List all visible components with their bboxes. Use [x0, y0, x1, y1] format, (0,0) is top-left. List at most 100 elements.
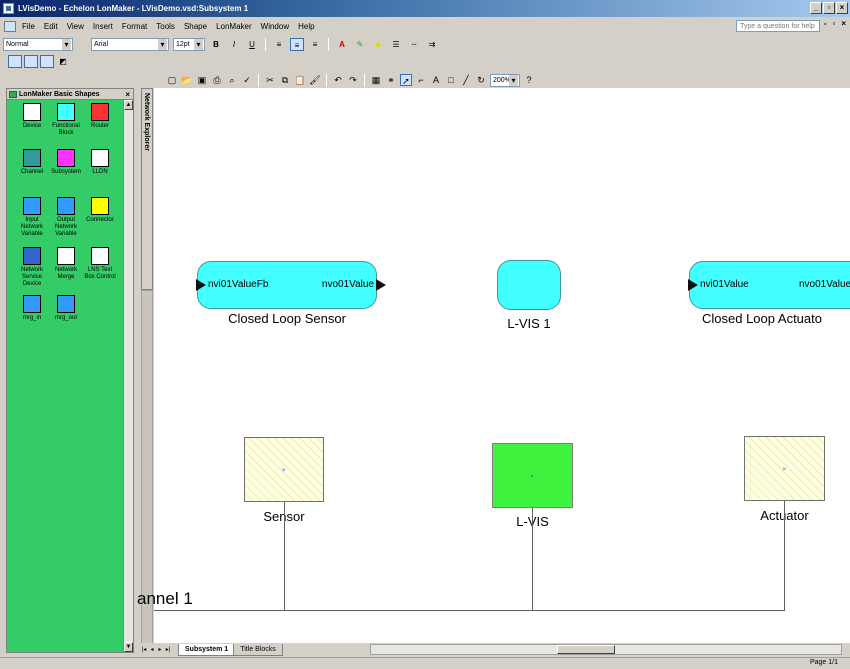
align-center-icon[interactable]: ≡ — [290, 37, 304, 51]
input-pin-icon[interactable] — [688, 279, 698, 291]
bold-icon[interactable]: B — [209, 38, 223, 51]
font-select[interactable]: Arial — [91, 37, 169, 51]
prev-page-icon[interactable]: ◂ — [148, 646, 156, 653]
line-color-icon[interactable]: ✎ — [353, 38, 367, 51]
lonmaker-browse-icon[interactable] — [8, 54, 22, 68]
menu-file[interactable]: File — [22, 22, 35, 31]
underline-icon[interactable]: U — [245, 38, 259, 51]
document-icon[interactable] — [4, 20, 16, 32]
menu-format[interactable]: Format — [122, 22, 147, 31]
stencil-shape[interactable]: Network Service Device — [15, 247, 49, 288]
stencil-shape[interactable]: mrg_out — [49, 295, 83, 322]
line-ends-icon[interactable]: ⇉ — [425, 38, 439, 51]
rectangle-tool-icon[interactable]: □ — [445, 74, 457, 86]
pointer-tool-icon[interactable]: ➚ — [400, 74, 412, 86]
stencil-close-button[interactable]: × — [125, 89, 130, 100]
spelling-icon[interactable]: ✓ — [241, 74, 253, 86]
align-right-icon[interactable]: ≡ — [308, 38, 322, 51]
minimize-button[interactable]: _ — [810, 2, 822, 14]
font-size-select[interactable]: 12pt — [173, 37, 205, 51]
stencil-shape-label: Connector — [86, 217, 114, 223]
format-painter-icon[interactable]: 🖌 — [309, 74, 321, 86]
scroll-up-icon[interactable]: ▲ — [124, 100, 133, 110]
tab-title-blocks[interactable]: Title Blocks — [233, 643, 283, 656]
stencil-shape[interactable]: Input Network Variable — [15, 197, 49, 238]
hyperlink-icon[interactable]: ⚭ — [385, 74, 397, 86]
stencil-shape[interactable]: LLDN — [83, 149, 117, 176]
text-tool-icon[interactable]: A — [430, 74, 442, 86]
doc-minimize-button[interactable]: - — [824, 19, 827, 28]
stencil-shape[interactable]: Functional Block — [49, 103, 83, 137]
stencil-shape[interactable]: Device — [15, 103, 49, 130]
output-pin-icon[interactable] — [376, 279, 386, 291]
menu-tools[interactable]: Tools — [156, 22, 175, 31]
stencil-shape[interactable]: Network Merge — [49, 247, 83, 281]
functional-block-closed-loop-actuator[interactable]: nvi01Value nvo01Value — [688, 261, 850, 309]
stencil-shape[interactable]: LNS Text Box Control — [83, 247, 117, 281]
font-color-icon[interactable]: A — [335, 38, 349, 51]
new-document-icon[interactable]: ▢ — [166, 74, 178, 86]
drawing-canvas[interactable]: nvi01ValueFb nvo01Value Closed Loop Sens… — [154, 88, 850, 643]
menu-shape[interactable]: Shape — [184, 22, 207, 31]
print-preview-icon[interactable]: ⌕ — [226, 74, 238, 86]
stencil-shape[interactable]: Connector — [83, 197, 117, 224]
stencil-shape[interactable]: Channel — [15, 149, 49, 176]
fill-color-icon[interactable]: ◆ — [371, 38, 385, 51]
rotate-tool-icon[interactable]: ↻ — [475, 74, 487, 86]
print-icon[interactable]: ⎙ — [211, 74, 223, 86]
menu-help[interactable]: Help — [298, 22, 314, 31]
mrg-out-icon — [57, 295, 75, 313]
last-page-icon[interactable]: ▸| — [164, 646, 172, 653]
device-lvis[interactable]: × — [492, 443, 573, 508]
stencil-icon[interactable]: ▦ — [370, 74, 382, 86]
open-icon[interactable]: 📂 — [181, 74, 193, 86]
connector-tool-icon[interactable]: ⌐ — [415, 74, 427, 86]
stencil-shape[interactable]: Subsystem — [49, 149, 83, 176]
scroll-down-icon[interactable]: ▼ — [124, 642, 133, 652]
cut-icon[interactable]: ✂ — [264, 74, 276, 86]
lonmaker-monitor-icon[interactable] — [24, 54, 38, 68]
functional-block-closed-loop-sensor[interactable]: nvi01ValueFb nvo01Value — [196, 261, 386, 309]
line-pattern-icon[interactable]: ┄ — [407, 38, 421, 51]
copy-icon[interactable]: ⧉ — [279, 74, 291, 86]
functional-block-lvis[interactable] — [497, 260, 561, 310]
line-weight-icon[interactable]: ☰ — [389, 38, 403, 51]
menu-lonmaker[interactable]: LonMaker — [216, 22, 252, 31]
network-explorer-tab[interactable]: Network Explorer — [141, 88, 153, 290]
next-page-icon[interactable]: ▸ — [156, 646, 164, 653]
zoom-select[interactable]: 200% — [490, 73, 520, 87]
tab-subsystem-1[interactable]: Subsystem 1 — [178, 643, 236, 656]
align-left-icon[interactable]: ≡ — [272, 38, 286, 51]
help-search-input[interactable]: Type a question for help — [736, 20, 820, 32]
menu-insert[interactable]: Insert — [93, 22, 113, 31]
input-pin-icon[interactable] — [196, 279, 206, 291]
chart-icon[interactable]: ◩ — [56, 55, 70, 68]
help-icon[interactable]: ? — [523, 74, 535, 86]
menu-window[interactable]: Window — [261, 22, 289, 31]
undo-icon[interactable]: ↶ — [332, 74, 344, 86]
menu-edit[interactable]: Edit — [44, 22, 58, 31]
style-select[interactable]: Normal — [3, 37, 73, 51]
device-sensor[interactable]: × — [244, 437, 324, 502]
close-button[interactable]: × — [836, 2, 848, 14]
stencil-shape-label: mrg_in — [22, 315, 42, 321]
first-page-icon[interactable]: |◂ — [140, 646, 148, 653]
stencil-shape[interactable]: Router — [83, 103, 117, 130]
scrollbar-thumb[interactable] — [557, 645, 615, 654]
doc-restore-button[interactable]: ▫ — [832, 19, 835, 28]
device-actuator[interactable]: × — [744, 436, 825, 501]
channel-line[interactable] — [154, 610, 785, 611]
lonmaker-device-icon[interactable] — [40, 54, 54, 68]
save-icon[interactable]: ▣ — [196, 74, 208, 86]
paste-icon[interactable]: 📋 — [294, 74, 306, 86]
stencil-scrollbar[interactable]: ▲ ▼ — [123, 100, 133, 652]
horizontal-scrollbar[interactable] — [370, 644, 842, 655]
doc-close-button[interactable]: × — [841, 19, 846, 28]
restore-button[interactable]: ▫ — [823, 2, 835, 14]
italic-icon[interactable]: I — [227, 38, 241, 51]
menu-view[interactable]: View — [67, 22, 84, 31]
stencil-shape[interactable]: Output Network Variable — [49, 197, 83, 238]
line-tool-icon[interactable]: ╱ — [460, 74, 472, 86]
redo-icon[interactable]: ↷ — [347, 74, 359, 86]
stencil-shape[interactable]: mrg_in — [15, 295, 49, 322]
